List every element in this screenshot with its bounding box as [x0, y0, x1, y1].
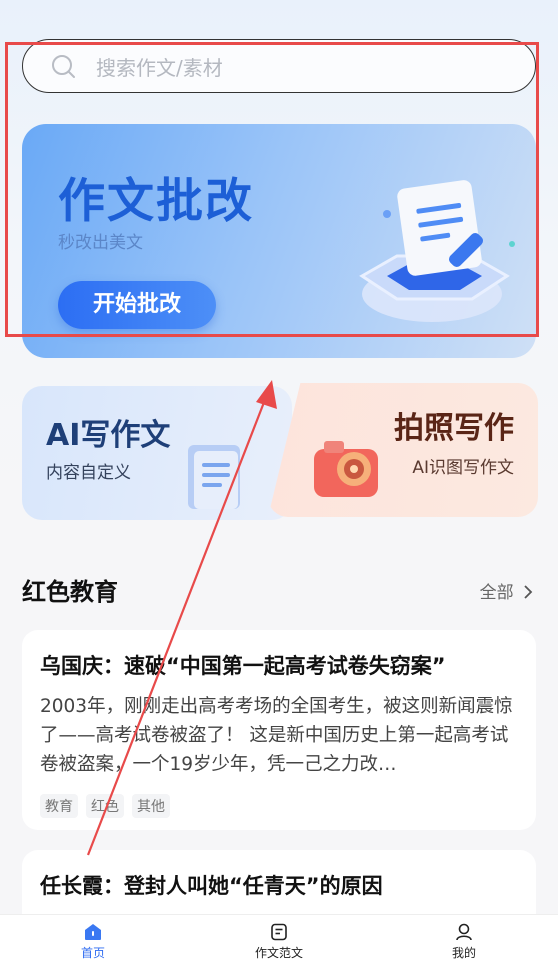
document-icon	[182, 441, 252, 520]
tab-home-label: 首页	[80, 946, 105, 960]
article-summary: 2003年，刚刚走出高考考场的全国考生，被这则新闻震惊了——高考试卷被盗了！ 这…	[40, 696, 513, 775]
tag: 红色	[86, 794, 124, 818]
article-title: 任长霞：登封人叫她“任青天”的原因	[40, 874, 383, 898]
photo-card-title: 拍照写作	[394, 411, 514, 446]
tab-mine-label: 我的	[451, 946, 476, 960]
tag: 教育	[40, 794, 78, 818]
bottom-tab-bar: 首页 作文范文 我的	[0, 914, 558, 973]
photo-writing-card[interactable]: 拍照写作 AI识图写作文	[268, 383, 538, 517]
user-icon	[456, 923, 472, 941]
article-title: 乌国庆：速破“中国第一起高考试卷失窃案”	[40, 654, 446, 678]
home-icon	[85, 924, 101, 940]
camera-icon	[310, 435, 390, 509]
tab-mine[interactable]: 我的	[414, 923, 514, 961]
annotation-highlight-box	[5, 42, 539, 337]
ai-card-title: AI写作文	[46, 418, 171, 453]
ai-card-subtitle: 内容自定义	[46, 463, 131, 483]
ai-writing-card[interactable]: AI写作文 内容自定义	[22, 386, 292, 520]
tab-home[interactable]: 首页	[43, 923, 143, 961]
view-all-link[interactable]: 全部	[480, 578, 533, 603]
document-icon	[271, 923, 287, 941]
chevron-right-icon	[519, 583, 533, 603]
view-all-label[interactable]: 全部	[480, 583, 514, 603]
section-title: 红色教育	[22, 578, 118, 606]
article-card[interactable]: 乌国庆：速破“中国第一起高考试卷失窃案” 2003年，刚刚走出高考考场的全国考生…	[22, 630, 536, 830]
tab-essays[interactable]: 作文范文	[229, 923, 329, 961]
tag: 其他	[132, 794, 170, 818]
photo-card-subtitle: AI识图写作文	[412, 458, 514, 478]
article-tags: 教育 红色 其他	[40, 794, 170, 818]
tab-essays-label: 作文范文	[254, 946, 303, 960]
